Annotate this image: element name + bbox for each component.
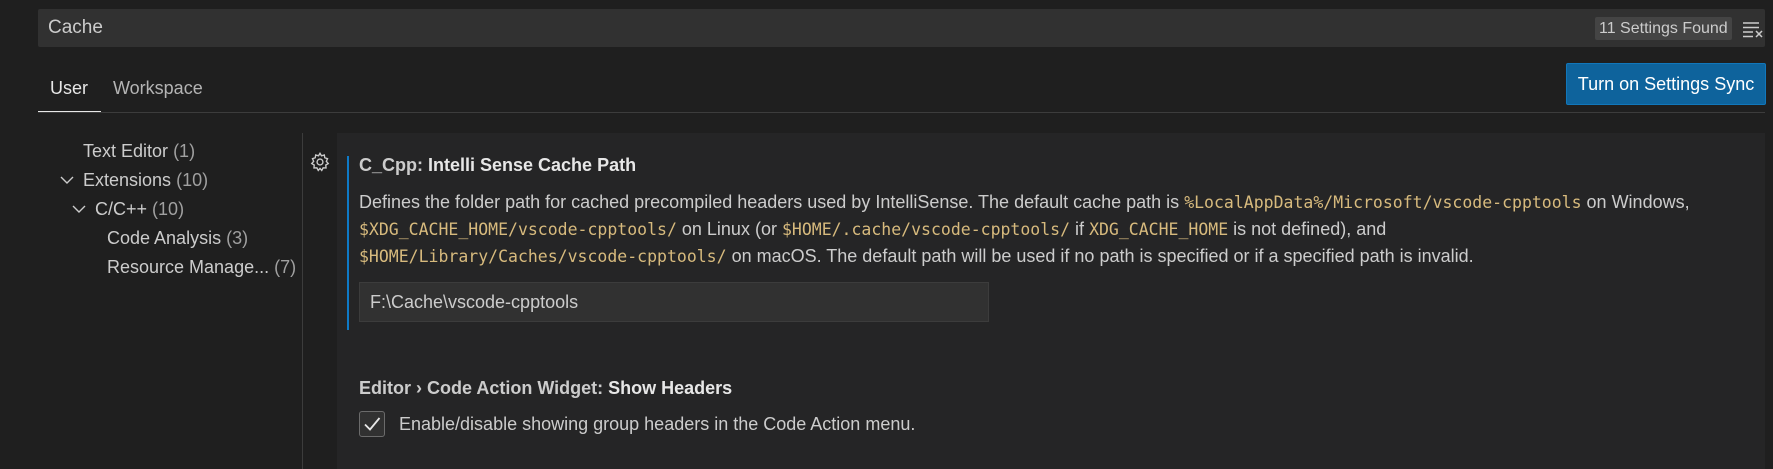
turn-on-settings-sync-button[interactable]: Turn on Settings Sync <box>1566 63 1766 105</box>
toc-item-label: Text Editor <box>83 141 169 161</box>
toc-item-label: C/C++ <box>95 199 148 219</box>
toc-item-resource-management[interactable]: Resource Manage... (7) <box>107 251 296 283</box>
description-code: $HOME/Library/Caches/vscode-cpptools/ <box>359 247 727 266</box>
focused-setting-indicator <box>347 156 349 330</box>
description-code: %LocalAppData%/Microsoft/vscode-cpptools <box>1184 193 1582 212</box>
toc-item-extensions[interactable]: Extensions (10) <box>59 164 208 196</box>
toc-item-count: (1) <box>173 141 196 161</box>
setting-category: C_Cpp: <box>359 155 428 175</box>
description-text: if <box>1070 219 1090 239</box>
description-code: $XDG_CACHE_HOME/vscode-cpptools/ <box>359 220 677 239</box>
chevron-down-icon <box>60 176 74 184</box>
gear-icon[interactable] <box>309 151 331 173</box>
setting-description: Defines the folder path for cached preco… <box>359 189 1749 270</box>
toc-item-label: Extensions <box>83 170 172 190</box>
toc-item-text-editor[interactable]: Text Editor (1) <box>83 135 195 167</box>
toc-item-code-analysis[interactable]: Code Analysis (3) <box>107 222 248 254</box>
description-text: on Windows, <box>1581 192 1690 212</box>
description-code: XDG_CACHE_HOME <box>1089 220 1229 239</box>
settings-list: C_Cpp: Intelli Sense Cache Path Defines … <box>310 133 1765 469</box>
clear-filter-icon[interactable] <box>1741 17 1765 41</box>
setting-code-action-show-headers: Editor › Code Action Widget: Show Header… <box>337 353 1765 469</box>
chevron-down-icon <box>72 205 86 213</box>
search-bar: 11 Settings Found <box>38 9 1765 47</box>
setting-category: Editor › Code Action Widget: <box>359 378 609 398</box>
tabs-divider <box>38 112 1765 113</box>
toc-item-c-cpp[interactable]: C/C++ (10) <box>71 193 184 225</box>
toc-item-label: Code Analysis <box>107 228 222 248</box>
description-text: Defines the folder path for cached preco… <box>359 192 1185 212</box>
tab-workspace[interactable]: Workspace <box>113 76 203 100</box>
description-text: on Linux (or <box>676 219 782 239</box>
setting-title: Editor › Code Action Widget: Show Header… <box>359 378 732 399</box>
search-input[interactable] <box>48 9 1448 47</box>
tab-user[interactable]: User <box>50 76 88 100</box>
show-headers-checkbox[interactable] <box>359 411 385 437</box>
setting-name: Show Headers <box>608 378 733 398</box>
description-text: is not defined), and <box>1228 219 1387 239</box>
results-count-badge: 11 Settings Found <box>1595 17 1732 40</box>
toc-divider[interactable] <box>302 133 303 469</box>
toc-item-count: (7) <box>274 257 297 277</box>
toc-item-count: (10) <box>152 199 185 219</box>
toc-item-count: (10) <box>176 170 209 190</box>
setting-title: C_Cpp: Intelli Sense Cache Path <box>359 155 636 176</box>
settings-editor: 11 Settings Found User Workspace <box>0 0 1773 469</box>
toc-item-label: Resource Manage... <box>107 257 270 277</box>
toc-item-count: (3) <box>226 228 249 248</box>
description-text: on macOS. The default path will be used … <box>726 246 1474 266</box>
setting-name: Intelli Sense Cache Path <box>428 155 637 175</box>
cache-path-input[interactable] <box>359 282 989 322</box>
description-code: $HOME/.cache/vscode-cpptools/ <box>781 220 1071 239</box>
check-icon <box>364 417 381 431</box>
setting-intellisense-cache-path: C_Cpp: Intelli Sense Cache Path Defines … <box>310 133 1765 353</box>
checkbox-label: Enable/disable showing group headers in … <box>399 414 916 434</box>
